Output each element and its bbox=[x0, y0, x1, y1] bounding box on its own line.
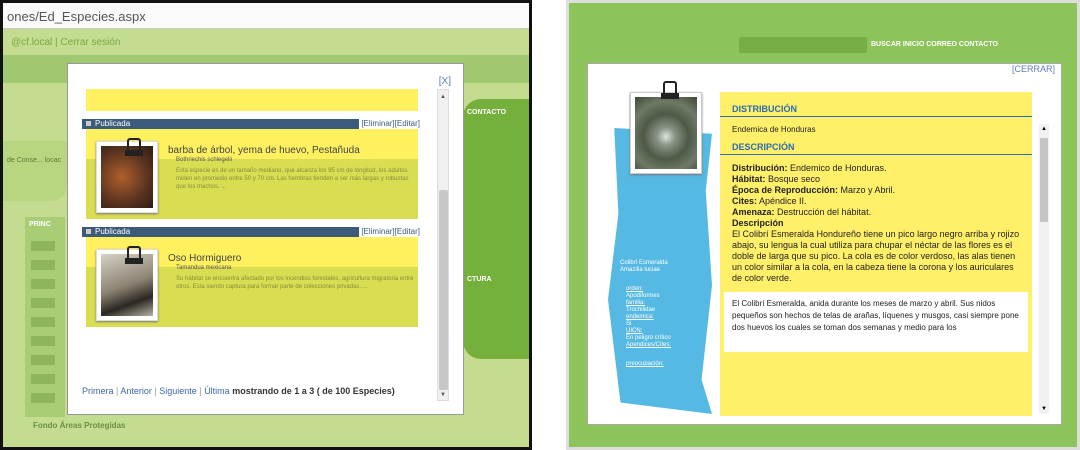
close-button[interactable]: [X] bbox=[439, 76, 451, 87]
species-name: Oso Hormiguero bbox=[168, 253, 242, 264]
species-description: Esta especie es de un tamaño mediano, qu… bbox=[176, 168, 409, 190]
binder-clip-icon bbox=[661, 81, 679, 99]
endemica-label[interactable]: endemica: bbox=[626, 314, 700, 321]
bg-side-tab: de Conse... locac bbox=[3, 141, 67, 201]
scroll-up-icon[interactable]: ▲ bbox=[1041, 126, 1047, 132]
status-label: Publicada bbox=[95, 119, 131, 128]
pager-next[interactable]: Siguiente bbox=[159, 386, 197, 396]
pager-prev[interactable]: Anterior bbox=[120, 386, 152, 396]
species-list-modal: [X] Publicada [Eliminar][Editar] barba d… bbox=[67, 63, 464, 415]
familia-value: Trochilidae bbox=[626, 307, 656, 313]
record-bar: Publicada [Eliminar][Editar] bbox=[82, 227, 422, 237]
detail-content: DISTRIBUCIÓN Endemica de Honduras DESCRI… bbox=[720, 92, 1032, 416]
species-scientific: Bothriechis schlegelii bbox=[176, 157, 233, 163]
bg-right-item-0: CONTACTO bbox=[467, 109, 507, 116]
extra-text: El Colibrí Esmeralda, anida durante los … bbox=[724, 292, 1028, 352]
detail-scrollbar[interactable]: ▲ ▼ bbox=[1039, 124, 1049, 414]
uicn-value: En peligro crítico bbox=[626, 335, 671, 341]
binder-clip-icon bbox=[125, 246, 143, 264]
previous-card-tail bbox=[86, 89, 418, 111]
status-label: Publicada bbox=[95, 227, 131, 236]
close-button[interactable]: [CERRAR] bbox=[1012, 64, 1055, 74]
scroll-down-icon[interactable]: ▼ bbox=[1041, 406, 1047, 412]
binder-clip-icon bbox=[125, 138, 143, 156]
species-facts: Colibrí Esmeralda Amazilia luciae orden:… bbox=[620, 260, 700, 368]
scroll-down-icon[interactable]: ▼ bbox=[440, 392, 446, 398]
scroll-thumb[interactable] bbox=[1040, 138, 1048, 222]
pager-summary: mostrando de 1 a 3 ( de 100 Especies) bbox=[232, 386, 395, 396]
bg-right-nav: CONTACTO CTURA bbox=[463, 99, 529, 359]
bg-top-nav: BUSCAR INICIO CORREO CONTACTO bbox=[871, 41, 998, 48]
species-name: barba de árbol, yema de huevo, Pestañuda bbox=[168, 145, 360, 156]
distribucion-heading: DISTRIBUCIÓN bbox=[720, 102, 1032, 117]
species-description: Su hábitat se encuentra afectado por los… bbox=[176, 276, 414, 290]
species-scientific: Tamandua mexicana bbox=[176, 265, 232, 271]
status-icon bbox=[86, 121, 91, 126]
record-bar: Publicada [Eliminar][Editar] bbox=[82, 119, 422, 129]
scroll-thumb[interactable] bbox=[439, 190, 448, 390]
descripcion-heading: DESCRIPCIÓN bbox=[720, 140, 1032, 155]
bg-bottom-link: Fondo Áreas Protegidas bbox=[33, 421, 126, 430]
pagination: Primera | Anterior | Siguiente | Última … bbox=[82, 386, 395, 396]
species-photo bbox=[96, 246, 158, 321]
species-card[interactable]: Oso Hormiguero Tamandua mexicana Su hábi… bbox=[86, 237, 418, 327]
familia-label[interactable]: familia: bbox=[626, 300, 700, 307]
address-bar[interactable]: ones/Ed_Especies.aspx bbox=[3, 3, 529, 29]
apendices-label[interactable]: Apendices/Cites: bbox=[626, 342, 700, 349]
list-scrollbar[interactable]: ▲ ▼ bbox=[437, 89, 449, 401]
bg-search-box bbox=[739, 37, 867, 53]
bg-nav-top: PRINC bbox=[29, 221, 51, 228]
record-actions[interactable]: [Eliminar][Editar] bbox=[359, 119, 422, 129]
status-icon bbox=[86, 229, 91, 234]
orden-value: Apodiformes bbox=[626, 293, 660, 299]
pager-first[interactable]: Primera bbox=[82, 386, 114, 396]
record-actions[interactable]: [Eliminar][Editar] bbox=[359, 227, 422, 237]
right-screenshot: BUSCAR INICIO CORREO CONTACTO [CERRAR] C… bbox=[566, 0, 1080, 450]
preocupacion-label[interactable]: preocupación: bbox=[626, 361, 700, 368]
species-card[interactable]: barba de árbol, yema de huevo, Pestañuda… bbox=[86, 129, 418, 219]
bird-photo bbox=[630, 81, 702, 174]
bg-right-item-1: CTURA bbox=[467, 276, 492, 283]
distribucion-value: Endemica de Honduras bbox=[732, 125, 816, 134]
species-photo bbox=[96, 138, 158, 213]
uicn-label[interactable]: UICN: bbox=[626, 328, 700, 335]
species-list: Publicada [Eliminar][Editar] barba de ár… bbox=[82, 89, 422, 379]
scientific-name: Amazilia luciae bbox=[620, 267, 661, 273]
endemica-value: Si bbox=[626, 321, 632, 327]
bg-side-tab-text: de Conse... locac bbox=[7, 157, 62, 164]
species-detail-modal: [CERRAR] Colibrí Esmeralda Amazilia luci… bbox=[587, 63, 1062, 425]
orden-label[interactable]: orden: bbox=[626, 286, 700, 293]
description-body: Distribución: Endemico de Honduras. Hábi… bbox=[732, 163, 1020, 283]
left-screenshot: ones/Ed_Especies.aspx @cf.local | Cerrar… bbox=[0, 0, 532, 450]
hummingbird-image bbox=[635, 97, 697, 169]
pager-last[interactable]: Última bbox=[204, 386, 230, 396]
session-links[interactable]: @cf.local | Cerrar sesión bbox=[11, 37, 120, 48]
bg-nav-column: PRINC bbox=[25, 217, 65, 417]
scroll-up-icon[interactable]: ▲ bbox=[440, 94, 446, 100]
common-name: Colibrí Esmeralda bbox=[620, 260, 668, 266]
